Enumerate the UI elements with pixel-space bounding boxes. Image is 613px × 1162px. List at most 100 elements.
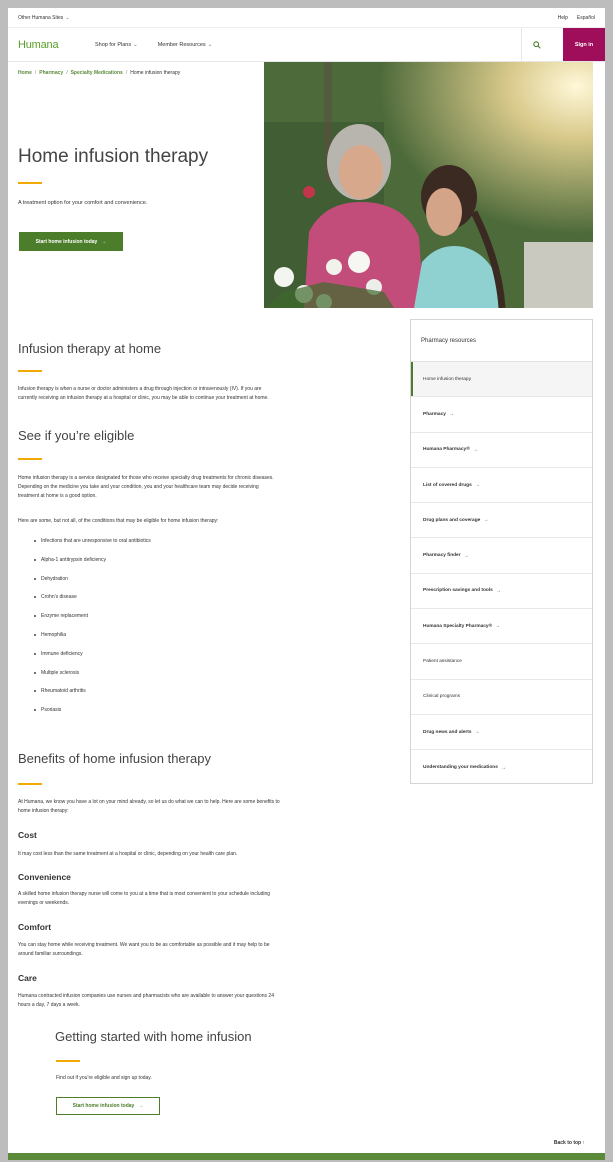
button-label: Start home infusion today — [35, 238, 98, 245]
paragraph-line: Humana contracted infusion companies use… — [18, 993, 274, 999]
sidebar-item-drug-news[interactable]: Drug news and alerts → — [411, 715, 592, 751]
list-item-text: Psoriasis — [41, 707, 62, 714]
arrow-right-icon: → — [474, 482, 480, 489]
section-underline — [18, 458, 42, 460]
paragraph: Infusion therapy is when a nurse or doct… — [18, 385, 398, 403]
sidebar-title: Pharmacy resources — [411, 320, 592, 362]
search-button[interactable] — [521, 28, 551, 62]
arrow-right-icon: → — [495, 587, 501, 594]
sidebar-item-humana-pharmacy[interactable]: Humana Pharmacy® → — [411, 433, 592, 468]
list-item-text: Alpha-1 antitrypsin deficiency — [41, 556, 107, 563]
search-icon — [532, 41, 541, 49]
arrow-up-icon: ↑ — [582, 1140, 586, 1146]
list-item: Hemophilia — [34, 632, 151, 651]
nav-shop-for-plans[interactable]: Shop for Plans ⌄ — [95, 42, 138, 48]
sidebar-item-pharmacy-finder[interactable]: Pharmacy finder → — [411, 538, 592, 574]
footer-bar — [8, 1153, 605, 1160]
paragraph: Here are some, but not all, of the condi… — [18, 518, 219, 524]
paragraph-line: around familiar surroundings. — [18, 951, 83, 957]
sidebar-item-label: Clinical programs — [423, 694, 461, 700]
arrow-right-icon: → — [472, 446, 478, 453]
paragraph: You can stay home while receiving treatm… — [18, 941, 398, 959]
paragraph-line: currently receiving an infusion therapy … — [18, 395, 269, 401]
paragraph-line: Depending on the medicine you take and y… — [18, 484, 259, 490]
sidebar-item-label: Patient assistance — [423, 659, 462, 665]
humana-logo[interactable]: Humana — [18, 39, 90, 51]
utility-bar: Other Humana Sites ⌄ Help Español — [8, 8, 605, 28]
arrow-right-icon: → — [500, 764, 506, 771]
breadcrumb-current: Home infusion therapy — [130, 70, 181, 76]
sidebar-item-label: Home infusion therapy — [423, 376, 471, 382]
help-link[interactable]: Help — [558, 15, 568, 21]
sidebar-item-label: Understanding your medications — [423, 765, 498, 771]
hero-subtitle: A treatment option for your comfort and … — [18, 200, 148, 206]
arrow-right-icon: → — [463, 552, 469, 559]
breadcrumb: Home / Pharmacy / Specialty Medications / Home… — [18, 70, 181, 76]
sidebar-item-label: Humana Pharmacy® — [423, 447, 470, 453]
sidebar-item-label: Pharmacy finder — [423, 553, 461, 559]
nav-label: Shop for Plans — [95, 41, 132, 48]
paragraph-line: home infusion therapy: — [18, 808, 69, 814]
arrow-right-icon: → — [138, 1103, 144, 1109]
espanol-link[interactable]: Español — [577, 15, 595, 21]
paragraph: At Humana, we know you have a lot on you… — [18, 798, 398, 816]
paragraph-line: hours a day, 7 days a week. — [18, 1002, 80, 1008]
list-item: Immune deficiency — [34, 651, 151, 670]
sidebar-item-label: Pharmacy — [423, 411, 446, 417]
chevron-down-icon: ⌄ — [133, 41, 138, 48]
breadcrumb-pharmacy[interactable]: Pharmacy — [39, 70, 63, 76]
site-header: Humana Shop for Plans ⌄ Member Resources ⌄… — [8, 28, 605, 62]
start-home-infusion-outline-button[interactable]: Start home infusion today → — [56, 1097, 160, 1115]
main-nav: Shop for Plans ⌄ Member Resources ⌄ — [95, 42, 212, 48]
section-title-benefits: Benefits of home infusion therapy — [18, 751, 211, 766]
breadcrumb-home[interactable]: Home — [18, 70, 32, 76]
sidebar-item-understanding-medications[interactable]: Understanding your medications → — [411, 750, 592, 785]
paragraph: It may cost less than the same treatment… — [18, 851, 238, 857]
sidebar-item-drug-plans[interactable]: Drug plans and coverage → — [411, 503, 592, 539]
chevron-down-icon: ⌄ — [65, 14, 70, 21]
section-title-infusion-at-home: Infusion therapy at home — [18, 341, 162, 356]
benefit-heading-convenience: Convenience — [18, 872, 71, 882]
list-item-text: Immune deficiency — [41, 650, 83, 657]
list-item: Multiple sclerosis — [34, 670, 151, 689]
paragraph: A skilled home infusion therapy nurse wi… — [18, 890, 398, 908]
nav-member-resources[interactable]: Member Resources ⌄ — [158, 42, 213, 48]
back-to-top-label: Back to top — [553, 1140, 582, 1146]
sidebar-item-home-infusion[interactable]: Home infusion therapy — [411, 362, 592, 398]
other-sites-menu[interactable]: Other Humana Sites ⌄ — [18, 15, 70, 21]
paragraph-line: Home infusion therapy is a service desig… — [18, 475, 274, 481]
sign-in-button[interactable]: Sign in — [563, 28, 605, 61]
paragraph-line: treatment at home is a good option. — [18, 493, 97, 499]
list-item-text: Hemophilia — [41, 631, 67, 638]
paragraph: Home infusion therapy is a service desig… — [18, 474, 398, 501]
sidebar-item-specialty-pharmacy[interactable]: Humana Specialty Pharmacy® → — [411, 609, 592, 645]
start-home-infusion-button[interactable]: Start home infusion today → — [19, 232, 123, 251]
other-sites-label: Other Humana Sites — [18, 14, 64, 21]
back-to-top-link[interactable]: Back to top ↑ — [554, 1140, 585, 1146]
benefit-heading-comfort: Comfort — [18, 922, 52, 932]
sidebar-item-label: Drug plans and coverage — [423, 517, 481, 523]
sidebar-item-label: Drug news and alerts — [423, 729, 472, 735]
sidebar-item-patient-assistance[interactable]: Patient assistance — [411, 644, 592, 680]
sidebar-item-covered-drugs[interactable]: List of covered drugs → — [411, 468, 592, 504]
page: Other Humana Sites ⌄ Help Español Humana… — [8, 8, 605, 1160]
paragraph: Humana contracted infusion companies use… — [18, 992, 398, 1010]
benefit-heading-cost: Cost — [18, 830, 37, 840]
chevron-down-icon: ⌄ — [207, 41, 213, 48]
paragraph-line: You can stay home while receiving treatm… — [18, 942, 270, 948]
sidebar-item-clinical-programs[interactable]: Clinical programs — [411, 680, 592, 715]
page-title: Home infusion therapy — [18, 146, 209, 167]
arrow-right-icon: → — [474, 729, 480, 736]
section-underline — [56, 1060, 80, 1062]
sidebar-item-prescription-savings[interactable]: Prescription savings and tools → — [411, 574, 592, 610]
paragraph-line: A skilled home infusion therapy nurse wi… — [18, 891, 271, 897]
list-item: Alpha-1 antitrypsin deficiency — [34, 557, 151, 576]
sidebar-item-label: List of covered drugs — [423, 482, 472, 488]
breadcrumb-specialty-medications[interactable]: Specialty Medications — [71, 70, 123, 76]
section-title-eligible: See if you’re eligible — [18, 428, 135, 443]
paragraph: Find out if you’re eligible and sign up … — [56, 1075, 152, 1081]
button-label: Start home infusion today — [72, 1103, 135, 1109]
pharmacy-resources-sidebar: Pharmacy resources Home infusion therapy… — [410, 319, 593, 784]
sidebar-item-pharmacy[interactable]: Pharmacy → — [411, 397, 592, 433]
list-item: Psoriasis — [34, 707, 151, 726]
